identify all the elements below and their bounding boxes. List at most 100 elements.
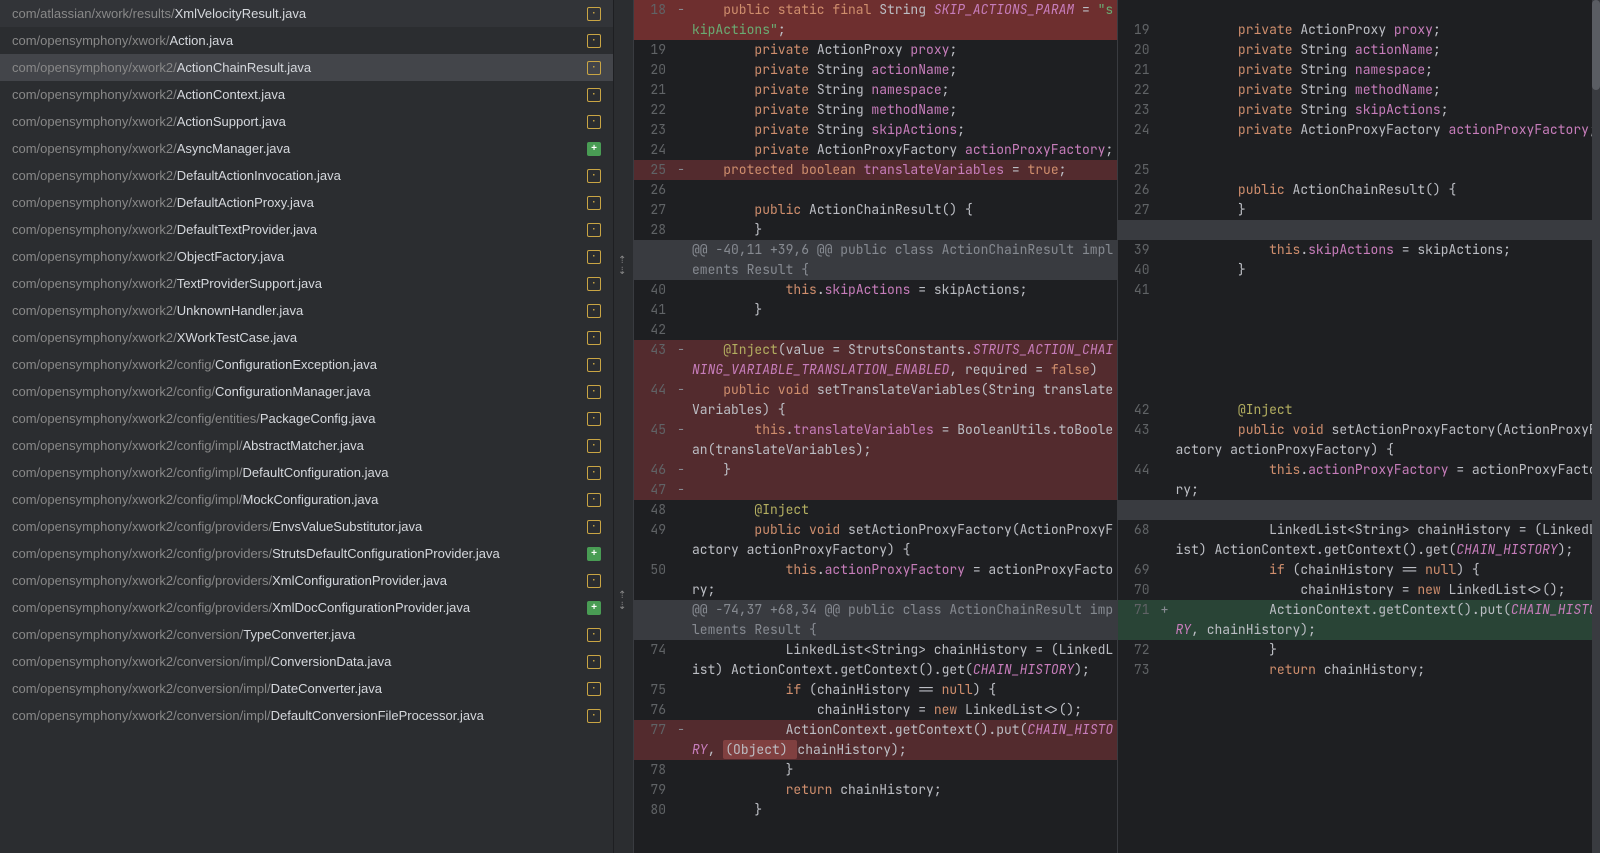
hunk-header[interactable]: @@ -74,37 +68,34 @@ public class ActionC… xyxy=(634,600,1117,640)
code-line[interactable]: 50 this.actionProxyFactory = actionProxy… xyxy=(634,560,1117,600)
expand-hunk-icon[interactable]: ⇡⇣ xyxy=(618,590,626,612)
code-line[interactable]: 77- ActionContext.getContext().put(CHAIN… xyxy=(634,720,1117,760)
file-item[interactable]: com/opensymphony/xwork2/config/providers… xyxy=(0,540,613,567)
code-line[interactable]: 20 private String actionName; xyxy=(1118,40,1600,60)
code-line[interactable]: 27 } xyxy=(1118,200,1600,220)
file-item[interactable]: com/opensymphony/xwork2/UnknownHandler.j… xyxy=(0,297,613,324)
code-line[interactable]: 40 this.skipActions = skipActions; xyxy=(634,280,1117,300)
code-line[interactable]: 46- } xyxy=(634,460,1117,480)
code-line[interactable]: 44- public void setTranslateVariables(St… xyxy=(634,380,1117,420)
code-line[interactable]: 80 } xyxy=(634,800,1117,820)
file-item[interactable]: com/opensymphony/xwork2/TextProviderSupp… xyxy=(0,270,613,297)
code-line[interactable]: 23 private String skipActions; xyxy=(634,120,1117,140)
code-line[interactable]: 73 return chainHistory; xyxy=(1118,660,1600,680)
file-item[interactable]: com/opensymphony/xwork2/DefaultActionPro… xyxy=(0,189,613,216)
code-line[interactable]: 69 if (chainHistory == null) { xyxy=(1118,560,1600,580)
code-line[interactable]: 27 public ActionChainResult() { xyxy=(634,200,1117,220)
code-line[interactable]: 25 xyxy=(1118,160,1600,180)
file-list-sidebar[interactable]: com/atlassian/xwork/results/XmlVelocityR… xyxy=(0,0,614,853)
hunk-header[interactable] xyxy=(1118,220,1600,240)
code-line[interactable] xyxy=(1118,340,1600,360)
expand-hunk-icon[interactable]: ⇡⇣ xyxy=(618,255,626,277)
code-line[interactable]: 22 private String methodName; xyxy=(1118,80,1600,100)
code-line[interactable]: 26 public ActionChainResult() { xyxy=(1118,180,1600,200)
code-line[interactable]: 22 private String methodName; xyxy=(634,100,1117,120)
scrollbar-track[interactable] xyxy=(1592,0,1600,853)
code-line[interactable]: 20 private String actionName; xyxy=(634,60,1117,80)
hunk-header[interactable] xyxy=(1118,500,1600,520)
file-item[interactable]: com/opensymphony/xwork/Action.java· xyxy=(0,27,613,54)
file-item[interactable]: com/opensymphony/xwork2/ActionChainResul… xyxy=(0,54,613,81)
code-line[interactable]: 25- protected boolean translateVariables… xyxy=(634,160,1117,180)
diff-mark xyxy=(674,320,688,340)
file-item[interactable]: com/opensymphony/xwork2/config/providers… xyxy=(0,594,613,621)
file-item[interactable]: com/atlassian/xwork/results/XmlVelocityR… xyxy=(0,0,613,27)
code-line[interactable]: 48 @Inject xyxy=(634,500,1117,520)
code-line[interactable]: 40 } xyxy=(1118,260,1600,280)
code-line[interactable]: 18- public static final String SKIP_ACTI… xyxy=(634,0,1117,40)
code-line[interactable]: 68 LinkedList<String> chainHistory = (Li… xyxy=(1118,520,1600,560)
file-item[interactable]: com/opensymphony/xwork2/ActionContext.ja… xyxy=(0,81,613,108)
file-item[interactable]: com/opensymphony/xwork2/DefaultActionInv… xyxy=(0,162,613,189)
code-line[interactable] xyxy=(1118,320,1600,340)
file-item[interactable]: com/opensymphony/xwork2/config/impl/Abst… xyxy=(0,432,613,459)
file-item[interactable]: com/opensymphony/xwork2/ActionSupport.ja… xyxy=(0,108,613,135)
file-item[interactable]: com/opensymphony/xwork2/config/providers… xyxy=(0,513,613,540)
code-line[interactable]: 43- @Inject(value = StrutsConstants.STRU… xyxy=(634,340,1117,380)
code-line[interactable]: 75 if (chainHistory == null) { xyxy=(634,680,1117,700)
line-number xyxy=(1118,320,1158,340)
file-item[interactable]: com/opensymphony/xwork2/conversion/impl/… xyxy=(0,648,613,675)
code-line[interactable]: 45- this.translateVariables = BooleanUti… xyxy=(634,420,1117,460)
code-line[interactable]: 39 this.skipActions = skipActions; xyxy=(1118,240,1600,260)
code-line[interactable] xyxy=(1118,300,1600,320)
code-line[interactable]: 43 public void setActionProxyFactory(Act… xyxy=(1118,420,1600,460)
code-content: public void setTranslateVariables(String… xyxy=(688,380,1117,420)
code-line[interactable]: 42 @Inject xyxy=(1118,400,1600,420)
code-line[interactable]: 23 private String skipActions; xyxy=(1118,100,1600,120)
code-line[interactable] xyxy=(1118,0,1600,20)
file-item[interactable]: com/opensymphony/xwork2/config/Configura… xyxy=(0,351,613,378)
code-line[interactable]: 49 public void setActionProxyFactory(Act… xyxy=(634,520,1117,560)
code-line[interactable]: 41 } xyxy=(634,300,1117,320)
code-line[interactable]: 21 private String namespace; xyxy=(1118,60,1600,80)
code-line[interactable]: 26 xyxy=(634,180,1117,200)
file-item[interactable]: com/opensymphony/xwork2/conversion/impl/… xyxy=(0,702,613,729)
diff-right-pane[interactable]: 19 private ActionProxy proxy;20 private … xyxy=(1117,0,1600,853)
scrollbar-thumb[interactable] xyxy=(1592,0,1600,90)
code-line[interactable]: 24 private ActionProxyFactory actionProx… xyxy=(1118,120,1600,140)
code-line[interactable]: 19 private ActionProxy proxy; xyxy=(634,40,1117,60)
code-line[interactable]: 21 private String namespace; xyxy=(634,80,1117,100)
code-line[interactable] xyxy=(1118,380,1600,400)
code-line[interactable] xyxy=(1118,140,1600,160)
code-line[interactable]: 76 chainHistory = new LinkedList<>(); xyxy=(634,700,1117,720)
file-item[interactable]: com/opensymphony/xwork2/DefaultTextProvi… xyxy=(0,216,613,243)
code-line[interactable]: 28 } xyxy=(634,220,1117,240)
code-line[interactable]: 74 LinkedList<String> chainHistory = (Li… xyxy=(634,640,1117,680)
code-line[interactable] xyxy=(1118,360,1600,380)
file-item[interactable]: com/opensymphony/xwork2/config/providers… xyxy=(0,567,613,594)
file-item[interactable]: com/opensymphony/xwork2/config/impl/Defa… xyxy=(0,459,613,486)
file-item[interactable]: com/opensymphony/xwork2/AsyncManager.jav… xyxy=(0,135,613,162)
code-line[interactable]: 79 return chainHistory; xyxy=(634,780,1117,800)
code-line[interactable] xyxy=(1118,680,1600,700)
code-line[interactable]: 70 chainHistory = new LinkedList<>(); xyxy=(1118,580,1600,600)
code-line[interactable]: 44 this.actionProxyFactory = actionProxy… xyxy=(1118,460,1600,500)
file-item[interactable]: com/opensymphony/xwork2/config/Configura… xyxy=(0,378,613,405)
code-line[interactable]: 72 } xyxy=(1118,640,1600,660)
file-item[interactable]: com/opensymphony/xwork2/config/entities/… xyxy=(0,405,613,432)
code-line[interactable]: 71+ ActionContext.getContext().put(CHAIN… xyxy=(1118,600,1600,640)
code-line[interactable]: 47- xyxy=(634,480,1117,500)
code-line[interactable]: 42 xyxy=(634,320,1117,340)
hunk-header[interactable]: @@ -40,11 +39,6 @@ public class ActionCh… xyxy=(634,240,1117,280)
file-item[interactable]: com/opensymphony/xwork2/conversion/impl/… xyxy=(0,675,613,702)
file-item[interactable]: com/opensymphony/xwork2/config/impl/Mock… xyxy=(0,486,613,513)
code-line[interactable]: 78 } xyxy=(634,760,1117,780)
code-line[interactable]: 19 private ActionProxy proxy; xyxy=(1118,20,1600,40)
file-item[interactable]: com/opensymphony/xwork2/XWorkTestCase.ja… xyxy=(0,324,613,351)
file-item[interactable]: com/opensymphony/xwork2/conversion/TypeC… xyxy=(0,621,613,648)
line-number xyxy=(634,240,674,280)
code-line[interactable]: 41 xyxy=(1118,280,1600,300)
diff-left-pane[interactable]: 18- public static final String SKIP_ACTI… xyxy=(634,0,1117,853)
code-line[interactable]: 24 private ActionProxyFactory actionProx… xyxy=(634,140,1117,160)
file-item[interactable]: com/opensymphony/xwork2/ObjectFactory.ja… xyxy=(0,243,613,270)
